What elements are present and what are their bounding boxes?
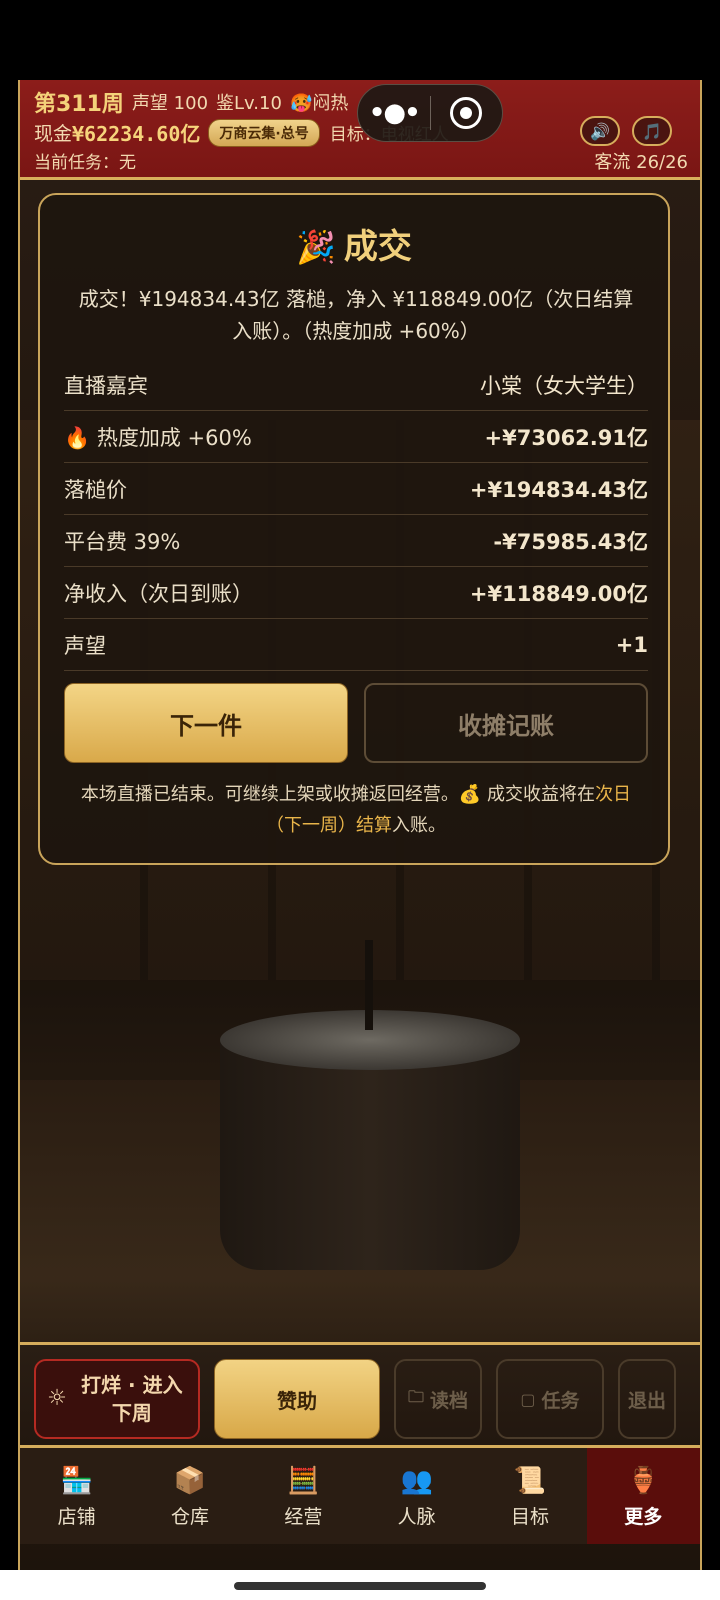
cash-value: ¥62234.60亿 [72,122,201,146]
row-key: 直播嘉宾 [64,373,148,398]
dialog-title: 🎉 成交 [40,219,668,268]
row-key: 净收入（次日到账） [64,581,253,606]
people-icon: 👥 [400,1465,433,1496]
tab-contacts[interactable]: 👥 人脉 [360,1448,473,1544]
account-badge[interactable]: 万商云集·总号 [208,118,320,147]
miniprogram-capsule: •●• [357,84,503,142]
warehouse-icon: 📦 [173,1465,207,1496]
load-save-button[interactable]: 🗀 读档 [394,1359,482,1439]
row-hammer-price: 落槌价 +¥194834.43亿 [64,463,648,515]
dialog-title-text: 成交 [343,227,412,267]
row-platform-fee: 平台费 39% -¥75985.43亿 [64,515,648,567]
shop-icon: 🏪 [60,1465,93,1496]
tab-business[interactable]: 🧮 经营 [247,1448,360,1544]
reputation-stat: 声望 100 [131,93,209,114]
tab-label: 更多 [624,1505,663,1528]
note-suffix: 入账。 [392,815,446,836]
settlement-note: 本场直播已结束。可继续上架或收摊返回经营。💰 成交收益将在次日（下一周）结算入账… [64,779,648,841]
row-key: 落槌价 [64,477,127,502]
row-value: +¥73062.91亿 [484,425,648,450]
week-counter: 第311周 [34,92,124,117]
load-label: 读档 [430,1389,469,1412]
task-button[interactable]: ▢ 任务 [496,1359,604,1439]
home-indicator[interactable] [234,1582,486,1590]
sun-icon: ☼ [47,1386,67,1411]
row-value: 小棠（女大学生） [480,373,648,398]
tab-label: 目标 [510,1505,549,1528]
close-shop-next-week-button[interactable]: ☼ 打烊 · 进入下周 [34,1359,200,1439]
weather-status: 🥵闷热 [289,93,349,114]
system-home-bar [0,1570,720,1600]
row-key: 🔥 热度加成 +60% [64,425,252,450]
task-label: 任务 [541,1389,580,1412]
deal-dialog: 🎉 成交 成交！¥194834.43亿 落槌，净入 ¥118849.00亿（次日结… [38,193,670,865]
row-value: +1 [615,632,648,657]
game-frame: 第311周 声望 100 鉴Lv.10 🥵闷热 现金 ¥62234.60亿 万商… [18,80,702,1570]
tab-label: 仓库 [170,1505,209,1528]
row-guest: 直播嘉宾 小棠（女大学生） [64,359,648,411]
tab-label: 经营 [284,1505,323,1528]
party-popper-icon: 🎉 [296,228,336,266]
row-key: 声望 [64,633,106,658]
close-stall-button[interactable]: 收摊记账 [364,683,648,763]
folder-icon: 🗀 [407,1386,424,1406]
current-task: 当前任务：无 [34,153,136,173]
more-options-icon[interactable]: •●• [358,98,430,128]
deal-message: 成交！¥194834.43亿 落槌，净入 ¥118849.00亿（次日结算入账）… [78,287,634,343]
tab-more[interactable]: 🏺 更多 [586,1448,700,1544]
tab-warehouse[interactable]: 📦 仓库 [133,1448,246,1544]
tab-label: 店铺 [57,1505,96,1528]
row-key: 平台费 39% [64,529,181,554]
next-item-button[interactable]: 下一件 [64,683,348,763]
tab-label: 人脉 [397,1505,436,1528]
customer-flow: 客流 26/26 [594,152,688,173]
sound-toggle-button[interactable]: 🔊 [580,116,620,146]
row-reputation: 声望 +1 [64,619,648,671]
row-value: +¥194834.43亿 [469,477,648,502]
close-miniprogram-button[interactable] [431,97,503,129]
background-tripod [365,940,373,1030]
status-header: 第311周 声望 100 鉴Lv.10 🥵闷热 现金 ¥62234.60亿 万商… [20,80,700,180]
vase-icon: 🏺 [627,1465,660,1496]
abacus-icon: 🧮 [287,1465,320,1496]
music-note-icon: 🎵 [642,121,662,141]
note-prefix: 本场直播已结束。可继续上架或收摊返回经营。💰 成交收益将在 [80,784,596,805]
speaker-icon: 🔊 [590,121,610,141]
task-icon: ▢ [520,1389,536,1409]
status-bar [0,0,720,80]
row-net-income: 净收入（次日到账） +¥118849.00亿 [64,567,648,619]
background-pedestal [220,1040,520,1270]
appraise-level: 鉴Lv.10 [216,93,282,114]
bottom-tab-bar: 🏪 店铺 📦 仓库 🧮 经营 👥 人脉 📜 目标 🏺 更多 [20,1448,700,1544]
header-row-stats: 第311周 声望 100 鉴Lv.10 🥵闷热 [34,86,356,118]
header-row-task: 当前任务：无 [34,148,144,173]
exit-button[interactable]: 退出 [618,1359,676,1439]
sponsor-button[interactable]: 赞助 [214,1359,380,1439]
row-value: -¥75985.43亿 [493,529,648,554]
deal-breakdown: 直播嘉宾 小棠（女大学生） 🔥 热度加成 +60% +¥73062.91亿 落槌… [64,359,648,671]
music-toggle-button[interactable]: 🎵 [632,116,672,146]
tab-shop[interactable]: 🏪 店铺 [20,1448,133,1544]
tab-goals[interactable]: 📜 目标 [473,1448,586,1544]
cash-label: 现金 [34,123,73,145]
scroll-icon: 📜 [513,1465,547,1496]
action-bar: ☼ 打烊 · 进入下周 赞助 🗀 读档 ▢ 任务 退出 [20,1342,700,1448]
row-value: +¥118849.00亿 [469,581,648,606]
row-heat-bonus: 🔥 热度加成 +60% +¥73062.91亿 [64,411,648,463]
close-shop-label: 打烊 · 进入下周 [81,1373,183,1425]
target-icon [450,97,483,129]
